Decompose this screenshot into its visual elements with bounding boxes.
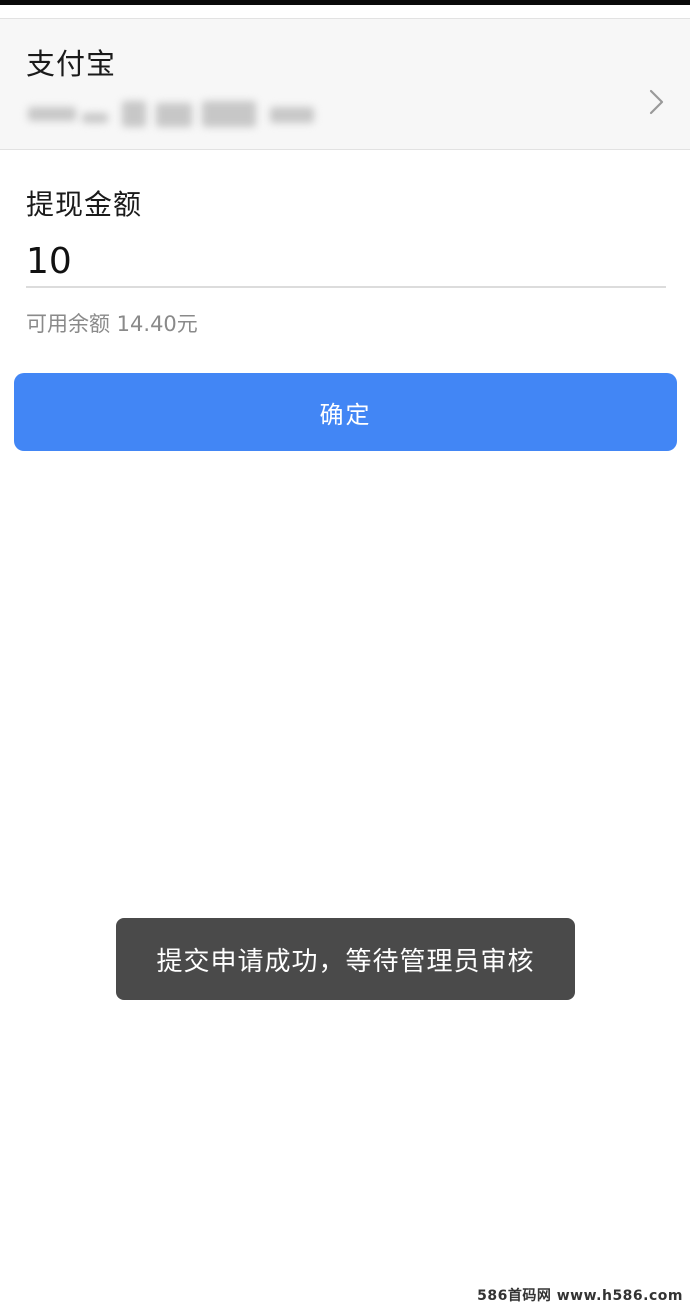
masked-account-number xyxy=(26,99,316,129)
payout-account-row[interactable]: 支付宝 xyxy=(0,18,690,150)
payout-method-label: 支付宝 xyxy=(26,47,117,81)
chevron-right-icon xyxy=(649,89,664,115)
withdraw-amount-input[interactable] xyxy=(26,236,666,288)
toast-message: 提交申请成功，等待管理员审核 xyxy=(156,946,535,977)
confirm-button[interactable]: 确定 xyxy=(14,373,677,451)
withdraw-amount-label: 提现金额 xyxy=(26,188,143,221)
available-balance-text: 可用余额 14.40元 xyxy=(26,312,198,336)
withdraw-page: 支付宝 提现金额 可用余额 14.40元 确定 提交申请成功，等待管理员审核 5… xyxy=(0,0,690,1312)
status-bar-edge xyxy=(0,0,690,5)
site-watermark: 586首码网 www.h586.com xyxy=(474,1284,686,1306)
success-toast: 提交申请成功，等待管理员审核 xyxy=(116,918,575,1000)
